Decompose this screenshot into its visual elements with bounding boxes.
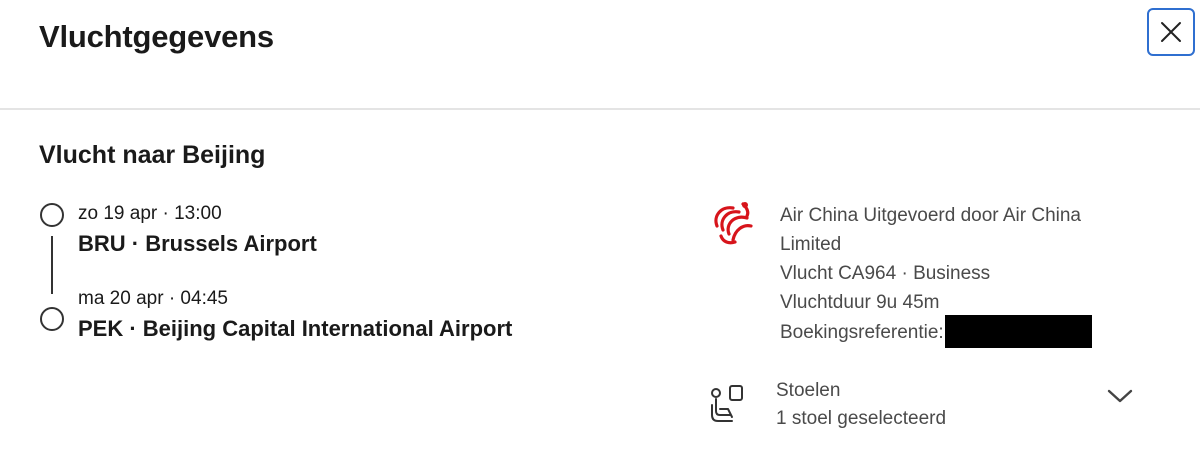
chevron-down-icon[interactable] [1106,387,1134,405]
booking-reference: Boekingsreferentie: [780,315,1120,348]
seats-label: Stoelen [776,380,841,401]
seat-icon [711,385,743,422]
departure-time: zo 19 apr · 13:00 [78,203,222,224]
flight-number-class: Vlucht CA964 · Business [780,263,991,284]
airline-info: Air China Uitgevoerd door Air China Limi… [780,201,1120,348]
arrival-time: ma 20 apr · 04:45 [78,288,228,309]
timeline-line [51,236,53,294]
dialog-header: Vluchtgegevens [0,0,1200,110]
air-china-logo [714,202,753,245]
flight-duration: Vluchtduur 9u 45m [780,292,940,313]
page-title: Vluchtgegevens [39,19,274,54]
redacted-box [944,315,1092,348]
seats-selected: 1 stoel geselecteerd [776,408,947,429]
close-button[interactable] [1147,8,1195,56]
section-title: Vlucht naar Beijing [39,141,266,169]
seats-expander[interactable]: Stoelen 1 stoel geselecteerd [700,375,1140,439]
airline-operator: Limited [780,234,842,255]
departure-airport: BRU · Brussels Airport [78,231,317,256]
close-icon [1161,22,1181,42]
departure-node [40,203,64,227]
header-divider [0,108,1200,110]
airline-name: Air China Uitgevoerd door Air China [780,205,1081,226]
booking-label: Boekingsreferentie: [780,322,944,343]
arrival-node [40,307,64,331]
arrival-airport: PEK · Beijing Capital International Airp… [78,316,513,341]
